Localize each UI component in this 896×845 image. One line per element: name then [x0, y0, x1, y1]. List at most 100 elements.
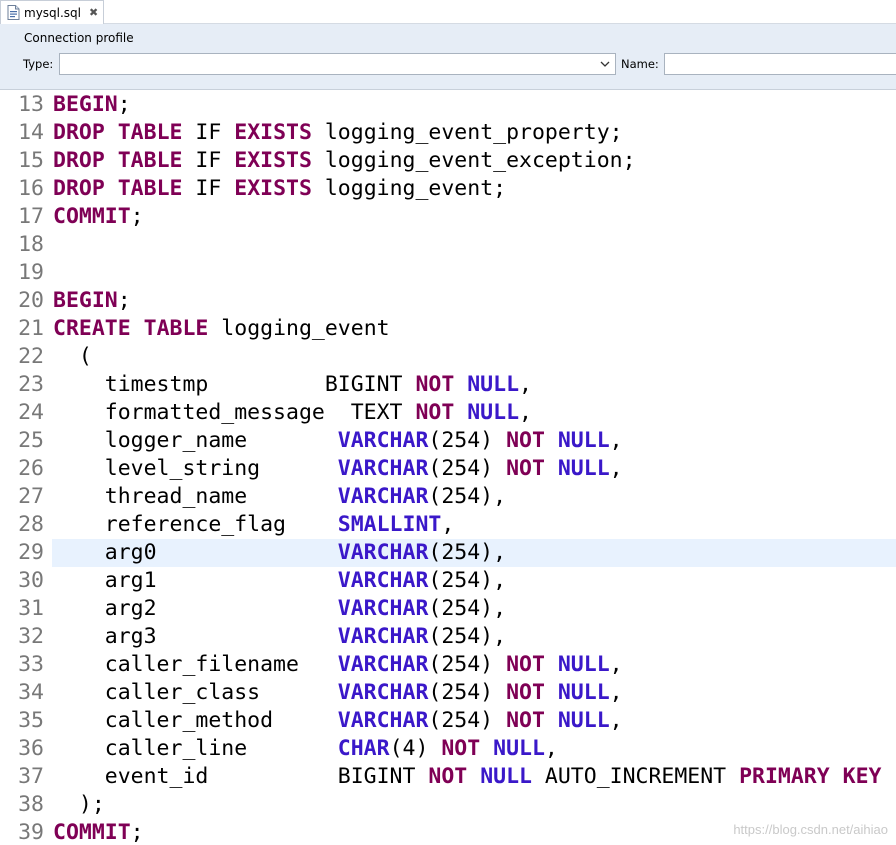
code-text: arg0 VARCHAR(254),	[53, 539, 506, 567]
sql-text: thread_name	[53, 484, 338, 509]
code-line[interactable]: 23 timestmp BIGINT NOT NULL,	[0, 371, 896, 399]
sql-text: IF	[182, 148, 235, 173]
sql-text: logging_event_exception;	[311, 148, 636, 173]
tab-mysql-sql[interactable]: mysql.sql ✖	[0, 0, 104, 24]
editor-tab-bar: mysql.sql ✖	[0, 0, 896, 24]
sql-keyword: NOT	[428, 764, 468, 789]
code-line[interactable]: 20 BEGIN;	[0, 287, 896, 315]
code-line[interactable]: 25 logger_name VARCHAR(254) NOT NULL,	[0, 427, 896, 455]
code-line[interactable]: 27 thread_name VARCHAR(254),	[0, 483, 896, 511]
sql-text: ,	[609, 680, 623, 705]
code-line[interactable]: 19	[0, 259, 896, 287]
sql-text: ,	[609, 428, 623, 453]
sql-keyword: BEGIN	[53, 288, 118, 313]
code-text: timestmp BIGINT NOT NULL,	[53, 371, 532, 399]
code-line[interactable]: 14 DROP TABLE IF EXISTS logging_event_pro…	[0, 119, 896, 147]
sql-text: ,	[609, 708, 623, 733]
sql-text: ,	[609, 652, 623, 677]
sql-keyword: TABLE	[117, 120, 183, 145]
line-number: 17	[18, 204, 44, 229]
code-line[interactable]: 35 caller_method VARCHAR(254) NOT NULL,	[0, 707, 896, 735]
code-text: (	[53, 343, 92, 371]
line-number: 15	[18, 148, 44, 173]
code-line[interactable]: 29 arg0 VARCHAR(254),	[0, 539, 896, 567]
code-line[interactable]: 37 event_id BIGINT NOT NULL AUTO_INCREME…	[0, 763, 896, 791]
line-number: 23	[18, 372, 44, 397]
code-line[interactable]: 33 caller_filename VARCHAR(254) NOT NULL…	[0, 651, 896, 679]
sql-type: VARCHAR	[337, 708, 429, 733]
code-line[interactable]: 34 caller_class VARCHAR(254) NOT NULL,	[0, 679, 896, 707]
line-number: 26	[18, 456, 44, 481]
connection-profile-panel: Connection profile Type: Name:	[0, 24, 896, 90]
sql-keyword: NOT	[506, 652, 545, 677]
sql-keyword: DROP	[53, 176, 105, 201]
code-text: BEGIN;	[53, 91, 131, 119]
sql-file-icon	[7, 5, 20, 20]
line-number: 25	[18, 428, 44, 453]
sql-keyword: NOT	[506, 680, 545, 705]
sql-keyword: DROP	[53, 148, 105, 173]
sql-text: ,	[441, 512, 455, 537]
code-line[interactable]: 28 reference_flag SMALLINT,	[0, 511, 896, 539]
line-number: 22	[18, 344, 44, 369]
line-number: 39	[18, 820, 44, 845]
sql-text: arg3	[53, 624, 338, 649]
sql-text: (254),	[428, 624, 507, 649]
code-line[interactable]: 13 BEGIN;	[0, 91, 896, 119]
code-line[interactable]: 17 COMMIT;	[0, 203, 896, 231]
code-text: arg1 VARCHAR(254),	[53, 567, 506, 595]
code-text: DROP TABLE IF EXISTS logging_event_excep…	[53, 147, 636, 175]
code-text: formatted_message TEXT NOT NULL,	[53, 399, 532, 427]
name-label: Name:	[621, 57, 659, 71]
code-text: CREATE TABLE logging_event	[53, 315, 390, 343]
sql-text: caller_class	[53, 680, 338, 705]
sql-text: IF	[182, 120, 235, 145]
chevron-down-icon[interactable]	[599, 57, 611, 71]
code-line[interactable]: 32 arg3 VARCHAR(254),	[0, 623, 896, 651]
code-line[interactable]: 16 DROP TABLE IF EXISTS logging_event;	[0, 175, 896, 203]
type-select[interactable]	[59, 53, 616, 75]
code-text: DROP TABLE IF EXISTS logging_event_prope…	[53, 119, 623, 147]
close-tab-icon[interactable]: ✖	[89, 7, 98, 18]
code-line[interactable]: 15 DROP TABLE IF EXISTS logging_event_exc…	[0, 147, 896, 175]
code-text: logger_name VARCHAR(254) NOT NULL,	[53, 427, 623, 455]
sql-editor[interactable]: 13 BEGIN; 14 DROP TABLE IF EXISTS logging_e…	[0, 90, 896, 845]
code-line[interactable]: 26 level_string VARCHAR(254) NOT NULL,	[0, 455, 896, 483]
line-number: 14	[18, 120, 44, 145]
sql-keyword: NOT	[506, 708, 545, 733]
code-text: arg3 VARCHAR(254),	[53, 623, 506, 651]
name-input[interactable]	[664, 53, 896, 75]
sql-text: logging_event	[208, 316, 390, 341]
sql-keyword: TABLE	[143, 316, 209, 341]
sql-type: NULL	[493, 736, 545, 761]
sql-text: arg0	[53, 540, 338, 565]
code-line[interactable]: 38 );	[0, 791, 896, 819]
sql-type: NULL	[467, 372, 520, 397]
sql-type: NULL	[557, 456, 610, 481]
code-text: caller_filename VARCHAR(254) NOT NULL,	[53, 651, 623, 679]
line-number: 20	[18, 288, 44, 313]
sql-text: caller_method	[53, 708, 338, 733]
code-line[interactable]: 36 caller_line CHAR(4) NOT NULL,	[0, 735, 896, 763]
code-line[interactable]: 31 arg2 VARCHAR(254),	[0, 595, 896, 623]
line-number: 35	[18, 708, 44, 733]
code-line[interactable]: 30 arg1 VARCHAR(254),	[0, 567, 896, 595]
code-line[interactable]: 18	[0, 231, 896, 259]
code-line[interactable]: 24 formatted_message TEXT NOT NULL,	[0, 399, 896, 427]
sql-text: arg1	[53, 568, 338, 593]
line-number: 34	[18, 680, 44, 705]
sql-keyword: EXISTS	[234, 120, 312, 145]
code-line[interactable]: 21 CREATE TABLE logging_event	[0, 315, 896, 343]
sql-keyword: NOT	[415, 372, 455, 397]
code-line[interactable]: 22 (	[0, 343, 896, 371]
sql-text: (254)	[428, 680, 507, 705]
sql-keyword: COMMIT	[53, 820, 131, 845]
sql-text: (254),	[428, 568, 507, 593]
